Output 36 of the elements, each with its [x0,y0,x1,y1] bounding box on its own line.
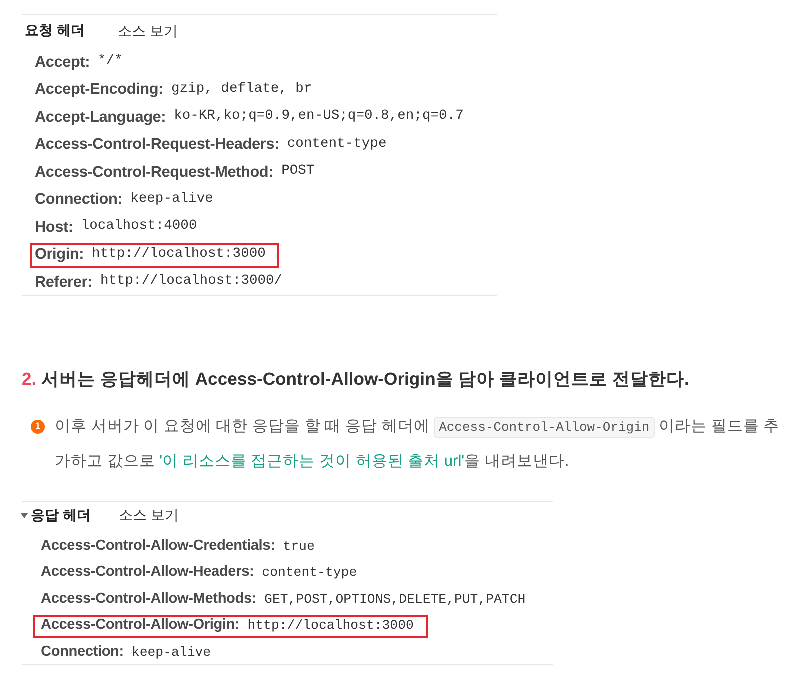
section-heading: 2. 서버는 응답헤더에 Access-Control-Allow-Origin을 담아 클라이언트로 전달한다. [22,368,690,391]
header-value: http://localhost:3000 [92,246,266,264]
header-name: Access-Control-Allow-Origin: [41,616,240,636]
header-value: content-type [262,564,358,582]
header-value: */* [98,53,123,72]
step-number-badge: 1 [31,420,45,434]
header-value: gzip, deflate, br [171,80,312,99]
panel-title: 응답 헤더 [31,506,91,522]
header-name: Referer: [35,272,92,293]
header-name: Connection: [35,190,123,210]
header-value: content-type [287,136,387,154]
header-value: keep-alive [132,644,212,662]
header-name: Accept: [35,52,90,73]
header-name: Access-Control-Request-Method: [35,162,274,183]
header-name: Host: [35,218,74,238]
header-name: Accept-Encoding: [35,80,164,100]
header-value: GET,POST,OPTIONS,DELETE,PUT,PATCH [264,590,526,609]
header-value: keep-alive [130,190,214,209]
header-name: Connection: [41,642,124,662]
header-value: POST [282,163,315,182]
header-value: true [283,538,315,556]
header-name: Access-Control-Allow-Headers: [41,563,254,582]
note-paragraph: 이후 서버가 이 요청에 대한 응답을 할 때 응답 헤더에 Access-Control-Allow-Origin 이라는 필드를 추가하고 값으로 '이 리소스를 접근하는 것이 허용된 출처 url'을 내려보낸다. [55,416,780,472]
view-source-link[interactable]: 소스 보기 [118,20,178,42]
disclosure-triangle-icon[interactable] [21,512,28,519]
header-value: http://localhost:3000/ [100,273,283,292]
header-name: Origin: [35,245,84,266]
header-value: localhost:4000 [81,218,198,236]
header-name: Access-Control-Allow-Methods: [41,590,257,609]
header-name: Accept-Language: [35,108,166,128]
view-source-link[interactable]: 소스 보기 [119,505,179,526]
header-name: Access-Control-Request-Headers: [35,135,280,156]
header-value: http://localhost:3000 [248,617,414,636]
header-value: ko-KR,ko;q=0.9,en-US;q=0.8,en;q=0.7 [174,108,464,126]
panel-title: 요청 헤더 [25,22,85,38]
header-name: Access-Control-Allow-Credentials: [41,536,276,556]
